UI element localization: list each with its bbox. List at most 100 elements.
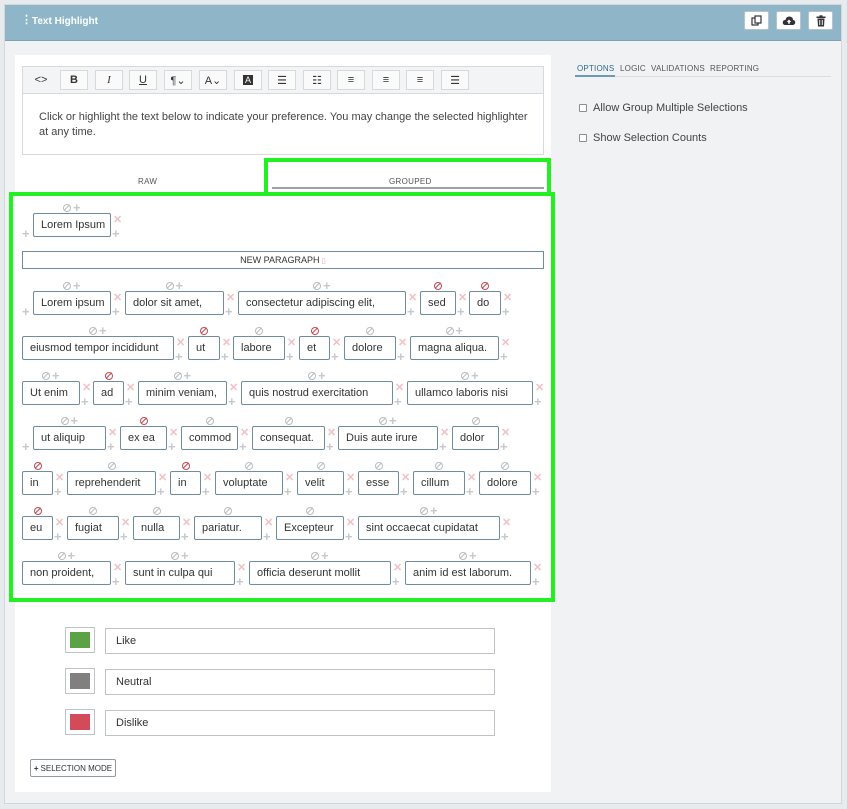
code-view-button[interactable]: <> — [27, 70, 55, 90]
add-word-icon[interactable]: + — [175, 350, 183, 363]
group-add-icon[interactable]: + — [430, 504, 438, 517]
grouped-word-chip[interactable]: dolor — [452, 426, 499, 450]
group-add-icon[interactable]: + — [71, 414, 79, 427]
remove-word-icon[interactable]: ✕ — [222, 338, 231, 349]
ban-icon[interactable] — [63, 282, 71, 290]
like-color-swatch[interactable] — [65, 627, 95, 653]
grouped-word-chip[interactable]: nulla — [133, 516, 180, 540]
add-word-icon[interactable]: + — [202, 485, 210, 498]
duplicate-button[interactable] — [744, 11, 769, 30]
grouped-word-chip[interactable]: in — [22, 471, 53, 495]
add-word-icon[interactable]: + — [221, 350, 229, 363]
align-center-button[interactable]: ≡ — [372, 70, 400, 90]
group-add-icon[interactable]: + — [73, 279, 81, 292]
italic-button[interactable]: I — [95, 70, 123, 90]
remove-word-icon[interactable]: ✕ — [240, 428, 249, 439]
grouped-word-chip[interactable]: do — [469, 291, 501, 315]
add-word-icon[interactable]: + — [112, 227, 120, 240]
group-add-icon[interactable]: + — [321, 549, 329, 562]
dislike-ban-icon[interactable] — [310, 327, 319, 335]
add-word-icon[interactable]: + — [397, 350, 405, 363]
ban-icon[interactable] — [311, 552, 319, 560]
add-word-icon[interactable]: + — [439, 440, 447, 453]
remove-word-icon[interactable]: ✕ — [229, 383, 238, 394]
ban-icon[interactable] — [165, 282, 174, 290]
remove-word-icon[interactable]: ✕ — [346, 518, 355, 529]
ban-icon[interactable] — [313, 282, 321, 290]
ban-icon[interactable] — [60, 417, 69, 425]
add-word-icon[interactable]: + — [394, 395, 402, 408]
dislike-ban-icon[interactable] — [181, 462, 190, 470]
add-word-icon[interactable]: + — [400, 485, 408, 498]
question-text-editor[interactable]: Click or highlight the text below to ind… — [22, 94, 544, 155]
grouped-word-chip[interactable]: esse — [358, 471, 399, 495]
dislike-ban-icon[interactable] — [33, 462, 42, 470]
remove-word-icon[interactable]: ✕ — [408, 293, 417, 304]
grouped-word-chip[interactable]: pariatur. — [194, 516, 262, 540]
add-word-icon[interactable]: + — [502, 305, 510, 318]
ban-icon[interactable] — [471, 417, 480, 425]
grouped-word-chip[interactable]: dolore — [344, 336, 396, 360]
add-word-icon[interactable]: + — [125, 395, 133, 408]
ban-icon[interactable] — [42, 372, 50, 380]
add-word-icon[interactable]: + — [112, 305, 120, 318]
grouped-word-chip[interactable]: ad — [93, 381, 124, 405]
add-word-icon[interactable]: + — [457, 305, 465, 318]
remove-word-icon[interactable]: ✕ — [158, 473, 167, 484]
line-add-icon[interactable]: + — [22, 440, 30, 453]
grouped-word-chip[interactable]: velit — [297, 471, 344, 495]
add-word-icon[interactable]: + — [225, 305, 233, 318]
add-word-icon[interactable]: + — [331, 350, 339, 363]
neutral-label-input[interactable]: Neutral — [105, 669, 495, 695]
tab-options[interactable]: OPTIONS — [577, 64, 614, 73]
dislike-ban-icon[interactable] — [481, 282, 489, 290]
remove-word-icon[interactable]: ✕ — [398, 338, 407, 349]
grouped-word-chip[interactable]: Excepteur — [276, 516, 344, 540]
remove-word-icon[interactable]: ✕ — [501, 338, 510, 349]
dislike-ban-icon[interactable] — [33, 507, 42, 515]
grouped-word-chip[interactable]: dolore — [479, 471, 531, 495]
remove-word-icon[interactable]: ✕ — [287, 338, 296, 349]
ban-icon[interactable] — [57, 552, 66, 560]
add-word-icon[interactable]: + — [326, 440, 334, 453]
group-add-icon[interactable]: + — [181, 549, 189, 562]
tab-reporting[interactable]: REPORTING — [710, 64, 759, 73]
ban-icon[interactable] — [366, 327, 374, 335]
delete-button[interactable] — [808, 11, 833, 30]
add-word-icon[interactable]: + — [228, 395, 236, 408]
remove-word-icon[interactable]: ✕ — [533, 563, 542, 574]
ban-icon[interactable] — [224, 507, 232, 515]
ban-icon[interactable] — [173, 372, 182, 380]
dislike-label-input[interactable]: Dislike — [105, 710, 495, 736]
tab-validations[interactable]: VALIDATIONS — [651, 64, 705, 73]
grouped-word-chip[interactable]: minim veniam, — [138, 381, 227, 405]
group-add-icon[interactable]: + — [99, 324, 107, 337]
neutral-color-swatch[interactable] — [65, 668, 95, 694]
dislike-ban-icon[interactable] — [434, 282, 442, 290]
remove-word-icon[interactable]: ✕ — [169, 428, 178, 439]
remove-word-icon[interactable]: ✕ — [285, 473, 294, 484]
remove-word-icon[interactable]: ✕ — [113, 293, 122, 304]
add-word-icon[interactable]: + — [263, 530, 271, 543]
ban-icon[interactable] — [245, 462, 253, 470]
tab-raw[interactable]: RAW — [138, 177, 157, 186]
group-add-icon[interactable]: + — [469, 549, 477, 562]
add-word-icon[interactable]: + — [236, 575, 244, 588]
add-word-icon[interactable]: + — [284, 485, 292, 498]
add-word-icon[interactable]: + — [532, 485, 540, 498]
grouped-word-chip[interactable]: magna aliqua. — [410, 336, 499, 360]
dislike-ban-icon[interactable] — [104, 372, 113, 380]
ban-icon[interactable] — [89, 327, 97, 335]
add-word-icon[interactable]: + — [107, 440, 115, 453]
add-word-icon[interactable]: + — [120, 530, 128, 543]
add-word-icon[interactable]: + — [54, 530, 62, 543]
align-right-button[interactable]: ≡ — [406, 70, 434, 90]
dislike-ban-icon[interactable] — [139, 417, 148, 425]
grouped-title-word[interactable]: Lorem Ipsum — [33, 213, 111, 237]
drag-handle-icon[interactable]: ⋮ — [21, 15, 32, 26]
add-word-icon[interactable]: + — [168, 440, 176, 453]
justify-button[interactable]: ☰ — [441, 70, 469, 90]
save-cloud-button[interactable] — [776, 11, 801, 30]
bullet-list-button[interactable]: ☰ — [268, 70, 296, 90]
grouped-word-chip[interactable]: anim id est laborum. — [405, 561, 531, 585]
